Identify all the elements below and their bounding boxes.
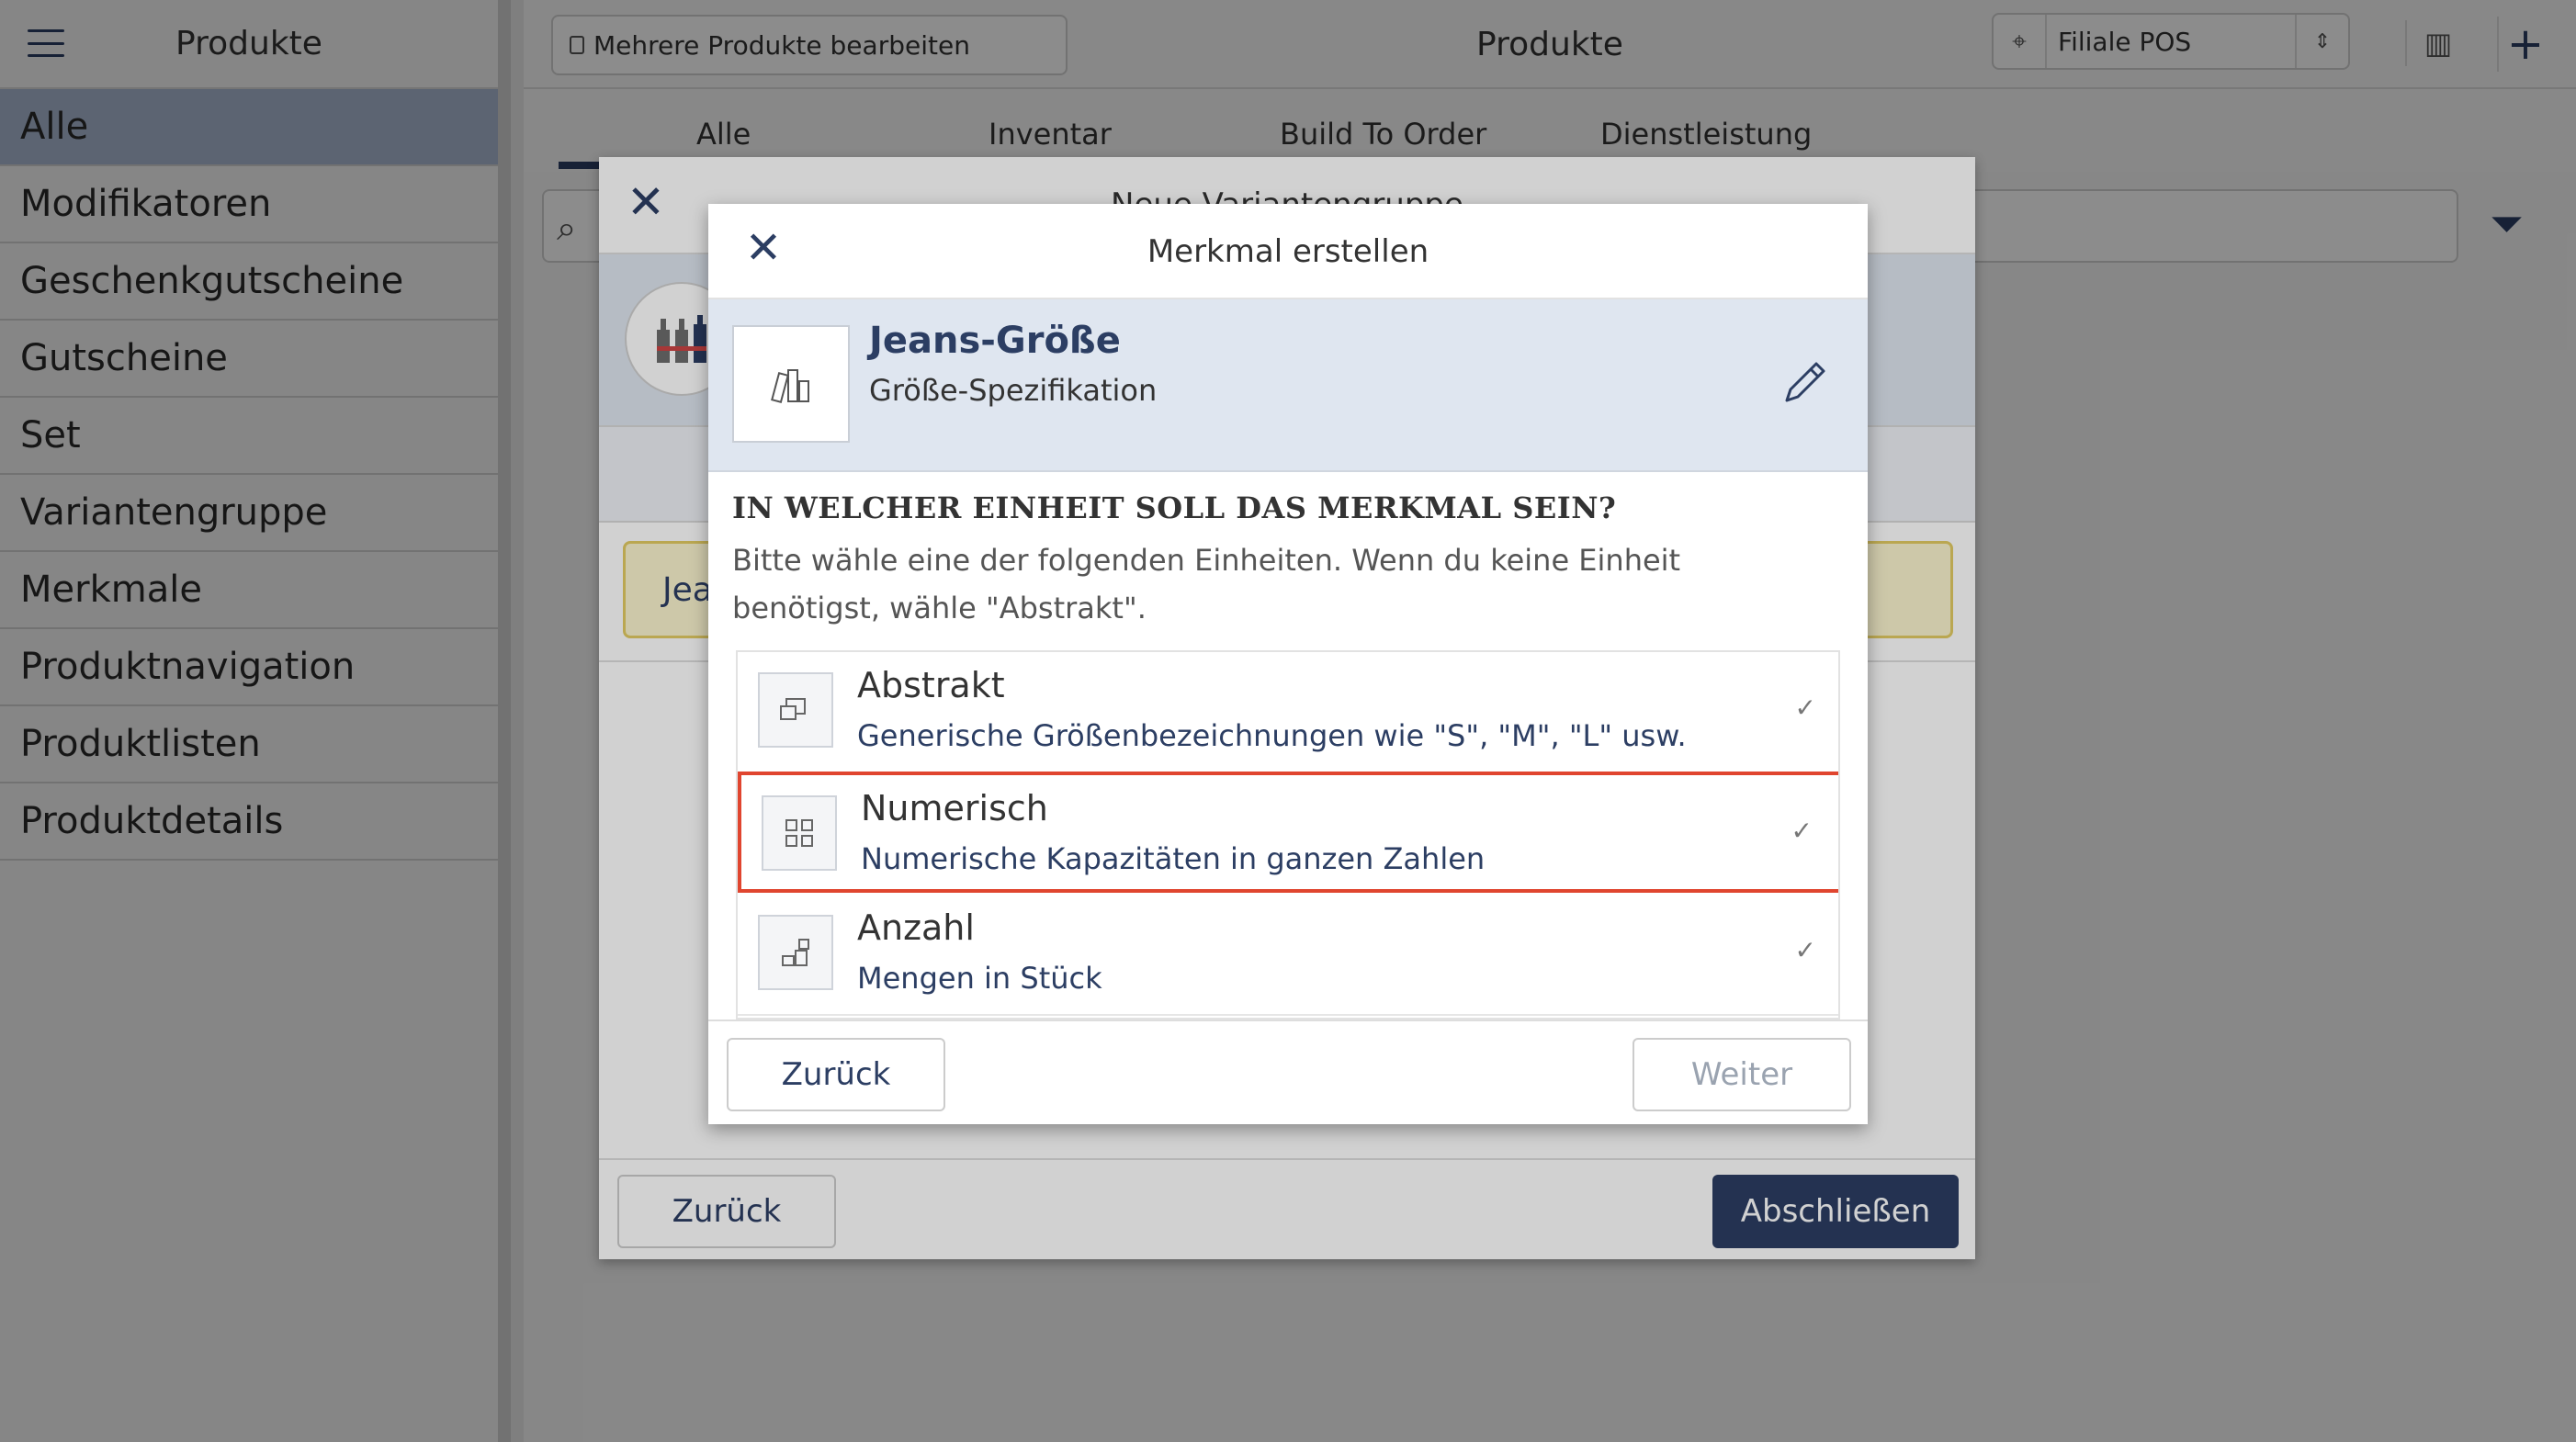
unit-options-list: Abstrakt Generische Größenbezeichnungen …: [736, 650, 1840, 1020]
back-button[interactable]: Zurück: [727, 1038, 945, 1111]
next-button[interactable]: Weiter: [1633, 1038, 1851, 1111]
option-abstrakt[interactable]: Abstrakt Generische Größenbezeichnungen …: [738, 652, 1838, 773]
unit-help-text: Bitte wähle eine der folgenden Einheiten…: [732, 543, 1681, 625]
attribute-dialog-header: ✕ Merkmal erstellen: [708, 204, 1868, 299]
attribute-dialog-title: Merkmal erstellen: [1147, 233, 1429, 270]
option-description: Numerische Kapazitäten in ganzen Zahlen: [861, 841, 1486, 876]
attribute-subtitle: Größe-Spezifikation: [869, 373, 1158, 408]
abstract-icon: [758, 672, 833, 748]
quantity-icon: [758, 915, 833, 990]
check-icon: ✓: [1794, 693, 1816, 723]
option-numerisch[interactable]: Numerisch Numerische Kapazitäten in ganz…: [738, 772, 1838, 893]
option-title: Anzahl: [857, 907, 975, 948]
check-icon: ✓: [1791, 816, 1813, 846]
create-attribute-dialog: ✕ Merkmal erstellen Jeans-Größe Größe-Sp…: [708, 204, 1868, 1124]
numeric-icon: [762, 795, 837, 871]
option-description: Generische Größenbezeichnungen wie "S", …: [857, 718, 1687, 753]
pencil-icon[interactable]: [1778, 355, 1833, 410]
option-title: Abstrakt: [857, 665, 1005, 705]
option-description: Mengen in Stück: [857, 961, 1102, 996]
option-title: Numerisch: [861, 788, 1048, 828]
option-anzahl[interactable]: Anzahl Mengen in Stück ✓: [738, 895, 1838, 1016]
attribute-name: Jeans-Größe: [869, 320, 1121, 362]
attribute-bottles-icon: [732, 325, 850, 443]
attribute-dialog-footer: Zurück Weiter: [708, 1020, 1868, 1124]
unit-question: IN WELCHER EINHEIT SOLL DAS MERKMAL SEIN…: [732, 490, 1617, 525]
attribute-summary: Jeans-Größe Größe-Spezifikation: [708, 299, 1868, 472]
check-icon: ✓: [1794, 935, 1816, 965]
